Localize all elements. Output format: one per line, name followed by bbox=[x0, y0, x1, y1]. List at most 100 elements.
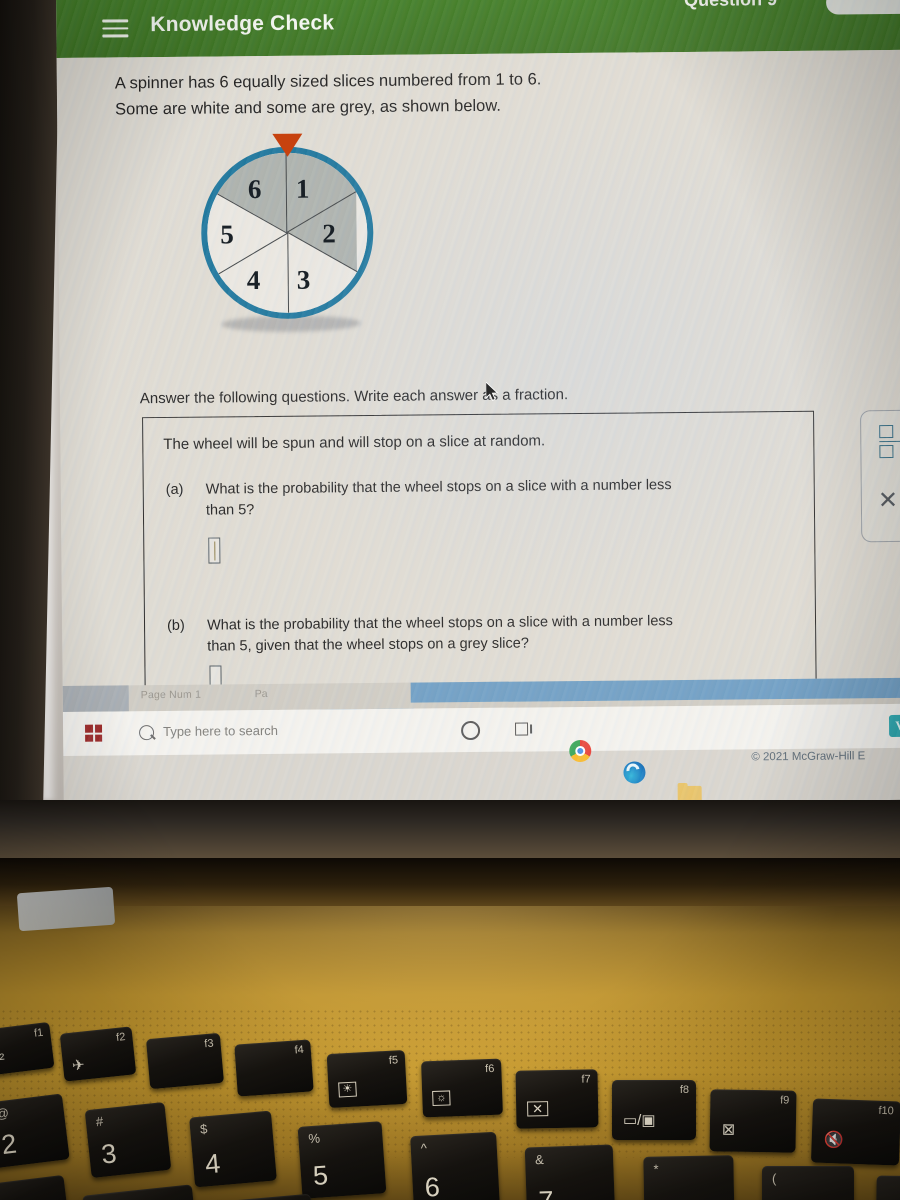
key-f4[interactable]: f4 bbox=[234, 1039, 314, 1097]
app-strip-label-right: Pa bbox=[254, 688, 268, 701]
text-caret bbox=[213, 541, 216, 561]
cortana-icon[interactable] bbox=[460, 720, 481, 741]
key-7-symbol: & bbox=[534, 1151, 545, 1168]
spinner-label-4: 4 bbox=[246, 265, 261, 296]
fraction-bar bbox=[879, 440, 900, 443]
key-f2-label: f2 bbox=[115, 1031, 127, 1044]
laptop-hinge bbox=[0, 858, 900, 906]
key-5-label: 5 bbox=[312, 1160, 330, 1192]
app-header: Knowledge Check Question 9 bbox=[56, 0, 900, 58]
answer-input-a[interactable] bbox=[208, 537, 221, 564]
key-8-symbol: * bbox=[653, 1161, 659, 1177]
key-row3-c[interactable] bbox=[210, 1193, 314, 1200]
key-7[interactable]: & 7 bbox=[524, 1144, 616, 1200]
key-4[interactable]: $ 4 bbox=[189, 1110, 277, 1188]
key-f3[interactable]: f3 bbox=[145, 1032, 225, 1090]
key-0[interactable] bbox=[875, 1175, 900, 1200]
key-f10[interactable]: f10 🔇 bbox=[810, 1098, 900, 1166]
question-part-a: (a) What is the probability that the whe… bbox=[166, 474, 786, 522]
key-8[interactable]: * 8 bbox=[643, 1155, 735, 1200]
spinner-label-3: 3 bbox=[296, 264, 311, 295]
key-f10-label: f10 bbox=[878, 1104, 894, 1118]
task-view-icon[interactable] bbox=[514, 718, 537, 740]
brightness-down-icon: ☀ bbox=[338, 1081, 357, 1098]
key-4-label: 4 bbox=[203, 1148, 222, 1180]
header-progress-pill bbox=[825, 0, 900, 15]
deck-sticker bbox=[16, 886, 116, 932]
key-6[interactable]: ^ 6 bbox=[410, 1131, 500, 1200]
part-b-line-2: than 5, given that the wheel stops on a … bbox=[207, 635, 529, 655]
key-7-label: 7 bbox=[538, 1186, 554, 1200]
key-f1-label: f1 bbox=[33, 1026, 44, 1040]
key-9[interactable]: ( 9 bbox=[762, 1166, 854, 1200]
edge-icon[interactable] bbox=[623, 761, 646, 784]
key-f6-label: f6 bbox=[484, 1062, 495, 1076]
laptop-keyboard-deck: f1 z² f2 ✈ f3 f4 f5 ☀ f6 ☼ f7 ✕ f8 ▭/▣ f… bbox=[0, 858, 900, 1200]
key-5[interactable]: % 5 bbox=[297, 1121, 387, 1199]
laptop-photo: nu Knowledge Check Question 9 A spinner … bbox=[0, 0, 900, 1200]
screen-off-icon: ✕ bbox=[527, 1101, 549, 1117]
key-f9[interactable]: f9 ⊠ bbox=[709, 1089, 797, 1153]
app-strip-label-left: Page Num 1 bbox=[140, 688, 202, 702]
key-f5-label: f5 bbox=[388, 1054, 399, 1067]
chrome-icon[interactable] bbox=[569, 739, 592, 763]
part-a-tag: (a) bbox=[165, 481, 184, 498]
math-tool-palette: ✕ bbox=[860, 409, 900, 543]
search-input[interactable]: Type here to search bbox=[163, 723, 278, 739]
spinner-label-2: 2 bbox=[322, 218, 336, 249]
windows-start-icon[interactable] bbox=[84, 724, 103, 742]
key-f2[interactable]: f2 ✈ bbox=[59, 1026, 137, 1082]
key-2-label: 2 bbox=[0, 1128, 19, 1161]
brightness-up-icon: ☼ bbox=[432, 1090, 451, 1107]
key-3[interactable]: # 3 bbox=[84, 1102, 172, 1178]
key-f1[interactable]: f1 z² bbox=[0, 1021, 55, 1077]
key-f8[interactable]: f8 ▭/▣ bbox=[612, 1080, 696, 1140]
key-row3-a[interactable] bbox=[0, 1174, 69, 1200]
app-strip-grey-block bbox=[62, 685, 129, 712]
key-4-symbol: $ bbox=[199, 1121, 209, 1137]
copyright-text: © 2021 McGraw-Hill E bbox=[751, 750, 866, 764]
key-2-symbol: @ bbox=[0, 1105, 10, 1122]
key-row3-b[interactable] bbox=[82, 1184, 196, 1200]
spinner-label-1: 1 bbox=[295, 173, 310, 204]
key-f8-label: f8 bbox=[679, 1084, 689, 1096]
key-9-symbol: ( bbox=[772, 1171, 777, 1186]
laptop-screen: Knowledge Check Question 9 A spinner has… bbox=[56, 0, 900, 808]
problem-prompt: A spinner has 6 equally sized slices num… bbox=[115, 65, 775, 122]
spinner-label-5: 5 bbox=[220, 219, 234, 250]
search-icon[interactable] bbox=[139, 725, 155, 741]
key-f7[interactable]: f7 ✕ bbox=[515, 1069, 599, 1129]
question-part-b: (b) What is the probability that the whe… bbox=[167, 610, 787, 658]
question-box: The wheel will be spun and will stop on … bbox=[142, 410, 817, 700]
question-intro: The wheel will be spun and will stop on … bbox=[163, 432, 546, 453]
key-6-label: 6 bbox=[424, 1171, 441, 1200]
keyboard-backlight-icon: ⊠ bbox=[721, 1121, 736, 1139]
key-3-symbol: # bbox=[95, 1113, 104, 1130]
key-esc-glyph: z² bbox=[0, 1050, 6, 1070]
key-f6[interactable]: f6 ☼ bbox=[421, 1058, 503, 1118]
clear-x-icon[interactable]: ✕ bbox=[878, 487, 898, 514]
key-f5[interactable]: f5 ☀ bbox=[326, 1049, 408, 1109]
answer-instruction: Answer the following questions. Write ea… bbox=[139, 386, 569, 408]
key-3-label: 3 bbox=[99, 1138, 118, 1170]
question-page: A spinner has 6 equally sized slices num… bbox=[56, 49, 900, 763]
spinner-label-6: 6 bbox=[247, 174, 262, 205]
spinner-figure: 1 2 3 4 5 6 bbox=[191, 133, 383, 350]
key-6-symbol: ^ bbox=[420, 1140, 428, 1156]
windows-taskbar: Type here to search V bbox=[62, 703, 900, 808]
question-counter: Question 9 bbox=[684, 0, 777, 11]
hamburger-menu-icon[interactable] bbox=[102, 19, 129, 38]
spinner-pointer-icon bbox=[272, 133, 303, 157]
page-title: Knowledge Check bbox=[150, 11, 335, 37]
fraction-denominator-box bbox=[879, 444, 894, 458]
key-f7-label: f7 bbox=[581, 1073, 591, 1086]
mute-icon: 🔇 bbox=[823, 1131, 844, 1150]
key-f4-label: f4 bbox=[294, 1043, 305, 1057]
app-strip-blue-block bbox=[410, 677, 900, 703]
display-switch-icon: ▭/▣ bbox=[623, 1112, 656, 1129]
teal-app-icon[interactable]: V bbox=[888, 714, 900, 738]
key-2[interactable]: @ 2 bbox=[0, 1093, 70, 1169]
mouse-cursor-icon bbox=[485, 381, 499, 402]
key-f9-label: f9 bbox=[780, 1094, 790, 1107]
fraction-template-icon[interactable] bbox=[879, 424, 900, 458]
